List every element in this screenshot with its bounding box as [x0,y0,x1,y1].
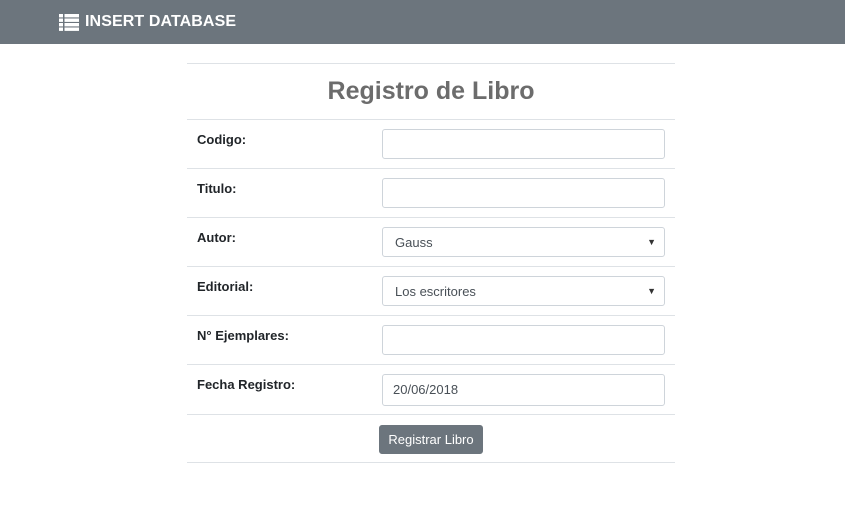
navbar: INSERT DATABASE [0,0,845,44]
editorial-selected-value: Los escritores [395,283,476,299]
editorial-select[interactable]: Los escritores ▼ [382,276,665,306]
list-icon [59,13,79,31]
brand-label: INSERT DATABASE [85,13,237,30]
fecha-registro-value: 20/06/2018 [393,382,459,397]
editorial-row: Editorial: Los escritores ▼ [187,266,675,315]
autor-select[interactable]: Gauss ▼ [382,227,665,257]
codigo-input[interactable] [382,129,665,159]
ejemplares-label: N° Ejemplares: [197,328,289,343]
fecha-registro-row: Fecha Registro: 20/06/2018 [187,364,675,414]
titulo-row: Titulo: [187,168,675,217]
fecha-registro-label: Fecha Registro: [197,377,296,392]
autor-label: Autor: [197,230,236,245]
page-title: Registro de Libro [327,77,535,105]
navbar-brand[interactable]: INSERT DATABASE [59,12,236,32]
editorial-label: Editorial: [197,279,254,294]
caret-down-icon: ▼ [647,286,656,296]
ejemplares-input[interactable] [382,325,665,355]
book-registration-form: Registro de Libro Codigo: Titulo: Autor:… [187,63,675,463]
form-title-row: Registro de Libro [187,63,675,119]
titulo-label: Titulo: [197,181,237,196]
ejemplares-row: N° Ejemplares: [187,315,675,364]
codigo-label: Codigo: [197,132,247,147]
autor-selected-value: Gauss [395,234,433,250]
autor-row: Autor: Gauss ▼ [187,217,675,266]
fecha-registro-input[interactable]: 20/06/2018 [382,374,665,406]
titulo-input[interactable] [382,178,665,208]
submit-row: Registrar Libro [187,414,675,463]
registrar-libro-button[interactable]: Registrar Libro [379,425,483,454]
caret-down-icon: ▼ [647,237,656,247]
codigo-row: Codigo: [187,119,675,168]
